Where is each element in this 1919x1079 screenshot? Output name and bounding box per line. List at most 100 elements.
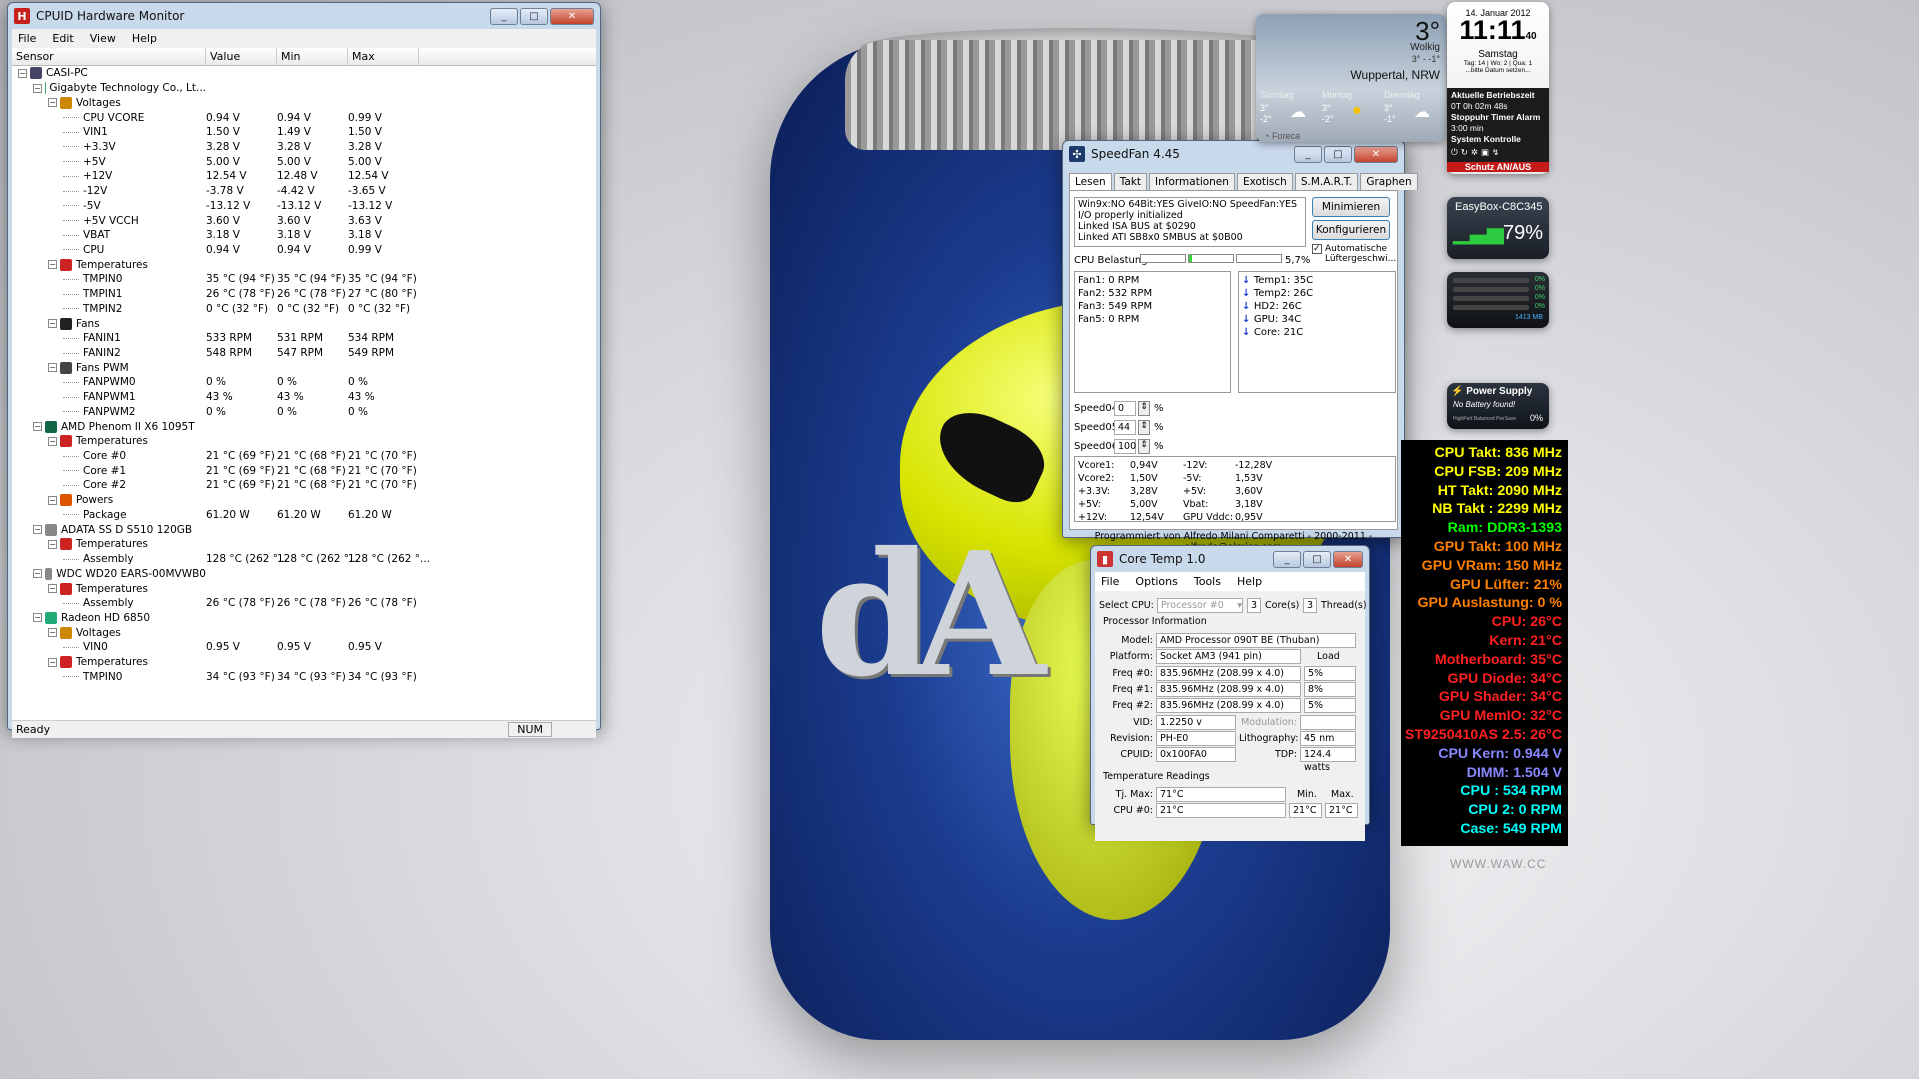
sensor-row[interactable]: Package 61.20 W 61.20 W 61.20 W [12, 508, 596, 523]
sensor-row[interactable]: CPU VCORE 0.94 V 0.94 V 0.99 V [12, 110, 596, 125]
hwmonitor-titlebar[interactable]: H CPUID Hardware Monitor _ □ ✕ [8, 3, 600, 29]
clock-gadget[interactable]: 14. Januar 2012 11:1140 Samstag Tag: 14 … [1447, 2, 1549, 174]
lock-icon[interactable]: ▣ [1481, 147, 1489, 158]
sensor-row[interactable]: − Temperatures [12, 581, 596, 596]
close-button[interactable]: ✕ [1333, 550, 1363, 568]
sensor-row[interactable]: VBAT 3.18 V 3.18 V 3.18 V [12, 228, 596, 243]
sensor-row[interactable]: − CASI-PC [12, 66, 596, 81]
collapse-toggle-icon[interactable]: − [48, 363, 57, 373]
hwmonitor-window[interactable]: H CPUID Hardware Monitor _ □ ✕ File Edit V… [7, 2, 601, 738]
col-min[interactable]: Min [277, 48, 348, 65]
col-sensor[interactable]: Sensor [12, 48, 206, 65]
menu-file[interactable]: File [1101, 575, 1119, 588]
sensor-row[interactable]: − Voltages [12, 625, 596, 640]
sensor-row[interactable]: Core #1 21 °C (69 °F) 21 °C (68 °F) 21 °C (… [12, 463, 596, 478]
sensor-row[interactable]: Core #0 21 °C (69 °F) 21 °C (68 °F) 21 °C (… [12, 449, 596, 464]
sensor-row[interactable]: − Radeon HD 6850 [12, 611, 596, 626]
menu-tools[interactable]: Tools [1194, 575, 1221, 588]
tab-graphen[interactable]: Graphen [1360, 173, 1418, 190]
coretemp-window[interactable]: ▮ Core Temp 1.0 _ □ ✕ File Options Tools H… [1090, 545, 1370, 841]
sensor-row[interactable]: − Fans PWM [12, 360, 596, 375]
sensor-row[interactable]: FANIN2 548 RPM 547 RPM 549 RPM [12, 346, 596, 361]
spinner-arrows-icon[interactable]: ⇕ [1138, 420, 1150, 435]
log-box[interactable]: Win9x:NO 64Bit:YES GiveIO:NO SpeedFan:YE… [1074, 197, 1306, 247]
sensor-row[interactable]: +5V 5.00 V 5.00 V 5.00 V [12, 154, 596, 169]
restart-icon[interactable]: ↻ [1461, 147, 1468, 158]
collapse-toggle-icon[interactable]: − [48, 657, 57, 667]
sensor-row[interactable]: Core #2 21 °C (69 °F) 21 °C (68 °F) 21 °C (… [12, 478, 596, 493]
maximize-button[interactable]: □ [520, 7, 548, 25]
auto-fan-checkbox[interactable]: ✓ Automatische Lüftergeschwi... [1312, 244, 1397, 264]
sensor-row[interactable]: FANPWM1 43 % 43 % 43 % [12, 390, 596, 405]
sensor-row[interactable]: Assembly 128 °C (262 °... 128 °C (262 °...… [12, 552, 596, 567]
collapse-toggle-icon[interactable]: − [48, 495, 57, 505]
sensor-row[interactable]: − Temperatures [12, 257, 596, 272]
minimize-button[interactable]: _ [490, 7, 518, 25]
maximize-button[interactable]: □ [1303, 550, 1331, 568]
speed-input[interactable]: 100 [1114, 439, 1136, 454]
configure-button[interactable]: Konfigurieren [1312, 220, 1390, 240]
sensor-row[interactable]: +5V VCCH 3.60 V 3.60 V 3.63 V [12, 213, 596, 228]
sensor-row[interactable]: -5V -13.12 V -13.12 V -13.12 V [12, 198, 596, 213]
spinner-arrows-icon[interactable]: ⇕ [1138, 439, 1150, 454]
sensor-row[interactable]: − Voltages [12, 95, 596, 110]
sensor-row[interactable]: TMPIN0 35 °C (94 °F) 35 °C (94 °F) 35 °C (9… [12, 272, 596, 287]
power-gadget[interactable]: ⚡ Power Supply No Battery found! HighPer… [1447, 383, 1549, 429]
weather-gadget[interactable]: 3° Wolkig 3° - -1° Wuppertal, NRW Sonnta… [1256, 14, 1446, 142]
collapse-toggle-icon[interactable]: − [33, 525, 42, 535]
menu-help[interactable]: Help [132, 32, 157, 45]
memory-gadget[interactable]: 0% 0% 0% 0% 1413 MB [1447, 272, 1549, 328]
sensor-row[interactable]: TMPIN2 0 °C (32 °F) 0 °C (32 °F) 0 °C (32 °… [12, 302, 596, 317]
menu-options[interactable]: Options [1135, 575, 1177, 588]
sensor-row[interactable]: − Temperatures [12, 537, 596, 552]
tab-takt[interactable]: Takt [1113, 173, 1148, 190]
tab-lesen[interactable]: Lesen [1069, 173, 1112, 190]
sensor-row[interactable]: Assembly 26 °C (78 °F) 26 °C (78 °F) 26 °C … [12, 596, 596, 611]
sensor-row[interactable]: TMPIN1 26 °C (78 °F) 26 °C (78 °F) 27 °C (8… [12, 287, 596, 302]
sensor-tree[interactable]: − CASI-PC − Gigabyte Technology Co., Lt... −… [12, 66, 596, 720]
sensor-row[interactable]: − Fans [12, 316, 596, 331]
sensor-row[interactable]: +3.3V 3.28 V 3.28 V 3.28 V [12, 140, 596, 155]
collapse-toggle-icon[interactable]: − [33, 83, 42, 93]
close-button[interactable]: ✕ [550, 7, 594, 25]
coretemp-titlebar[interactable]: ▮ Core Temp 1.0 _ □ ✕ [1091, 546, 1369, 572]
sensor-row[interactable]: -12V -3.78 V -4.42 V -3.65 V [12, 184, 596, 199]
speedfan-window[interactable]: ✣ SpeedFan 4.45 _ □ ✕ Lesen Takt Informati… [1062, 140, 1418, 553]
menu-file[interactable]: File [18, 32, 36, 45]
sensor-row[interactable]: − WDC WD20 EARS-00MVWB0 [12, 566, 596, 581]
collapse-toggle-icon[interactable]: − [18, 68, 27, 78]
settings-icon[interactable]: ✲ [1471, 147, 1478, 158]
minimize-button[interactable]: _ [1294, 145, 1322, 163]
minimize-app-button[interactable]: Minimieren [1312, 197, 1390, 217]
logoff-icon[interactable]: ↯ [1492, 147, 1499, 158]
sensor-row[interactable]: − ADATA SS D S510 120GB [12, 522, 596, 537]
collapse-toggle-icon[interactable]: − [33, 613, 42, 623]
collapse-toggle-icon[interactable]: − [48, 98, 57, 108]
spinner-arrows-icon[interactable]: ⇕ [1138, 401, 1150, 416]
menu-edit[interactable]: Edit [52, 32, 73, 45]
speedfan-titlebar[interactable]: ✣ SpeedFan 4.45 _ □ ✕ [1063, 141, 1404, 167]
minimize-button[interactable]: _ [1273, 550, 1301, 568]
wifi-gadget[interactable]: EasyBox-C8C345 ▁▃▅ 79% [1447, 197, 1549, 259]
power-icon[interactable]: ⏻ [1451, 147, 1458, 158]
sensor-row[interactable]: − Temperatures [12, 434, 596, 449]
menu-help[interactable]: Help [1237, 575, 1262, 588]
sensor-row[interactable]: FANIN1 533 RPM 531 RPM 534 RPM [12, 331, 596, 346]
sensor-row[interactable]: CPU 0.94 V 0.94 V 0.99 V [12, 243, 596, 258]
sensor-row[interactable]: − Powers [12, 493, 596, 508]
collapse-toggle-icon[interactable]: − [48, 319, 57, 329]
col-value[interactable]: Value [206, 48, 277, 65]
sensor-row[interactable]: TMPIN0 34 °C (93 °F) 34 °C (93 °F) 34 °C (9… [12, 669, 596, 684]
collapse-toggle-icon[interactable]: − [48, 260, 57, 270]
speed-input[interactable]: 44 [1114, 420, 1136, 435]
collapse-toggle-icon[interactable]: − [33, 422, 42, 432]
collapse-toggle-icon[interactable]: − [48, 584, 57, 594]
sensor-row[interactable]: FANPWM0 0 % 0 % 0 % [12, 375, 596, 390]
tab-smart[interactable]: S.M.A.R.T. [1294, 173, 1359, 190]
maximize-button[interactable]: □ [1324, 145, 1352, 163]
sensor-row[interactable]: VIN1 1.50 V 1.49 V 1.50 V [12, 125, 596, 140]
collapse-toggle-icon[interactable]: − [48, 539, 57, 549]
col-max[interactable]: Max [348, 48, 419, 65]
menu-view[interactable]: View [90, 32, 116, 45]
collapse-toggle-icon[interactable]: − [48, 436, 57, 446]
